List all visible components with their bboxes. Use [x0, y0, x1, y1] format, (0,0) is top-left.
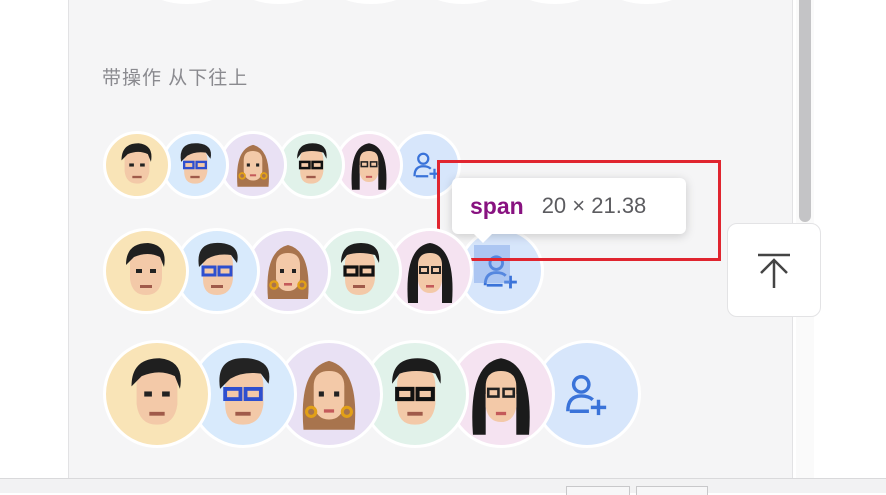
avatar-woman-long-black-hair[interactable] [335, 131, 403, 199]
avatar-man-black-glasses[interactable] [277, 131, 345, 199]
arrow-up-to-top-icon [758, 253, 790, 288]
avatar-man-black-hair[interactable] [103, 228, 189, 314]
scrollbar-thumb[interactable] [799, 0, 811, 222]
bottom-bar-button[interactable] [636, 486, 708, 495]
section-title: 带操作 从下往上 [102, 68, 249, 89]
avatar-man-black-hair[interactable] [103, 131, 171, 199]
avatar-group-large [103, 340, 641, 448]
bottom-bar [0, 478, 886, 493]
add-user-icon [566, 375, 607, 416]
bottom-bar-button[interactable] [566, 486, 630, 495]
avatar-group-small [103, 131, 461, 199]
tooltip-tag-name: span [470, 192, 524, 219]
avatar-woman-brown-hair[interactable] [219, 131, 287, 199]
back-to-top-button[interactable] [727, 223, 821, 317]
avatar-man-blue-glasses[interactable] [161, 131, 229, 199]
inspect-tooltip: span 20 × 21.38 [452, 178, 686, 243]
avatar-man-black-hair[interactable] [103, 340, 211, 448]
tooltip-dimensions: 20 × 21.38 [541, 193, 647, 218]
